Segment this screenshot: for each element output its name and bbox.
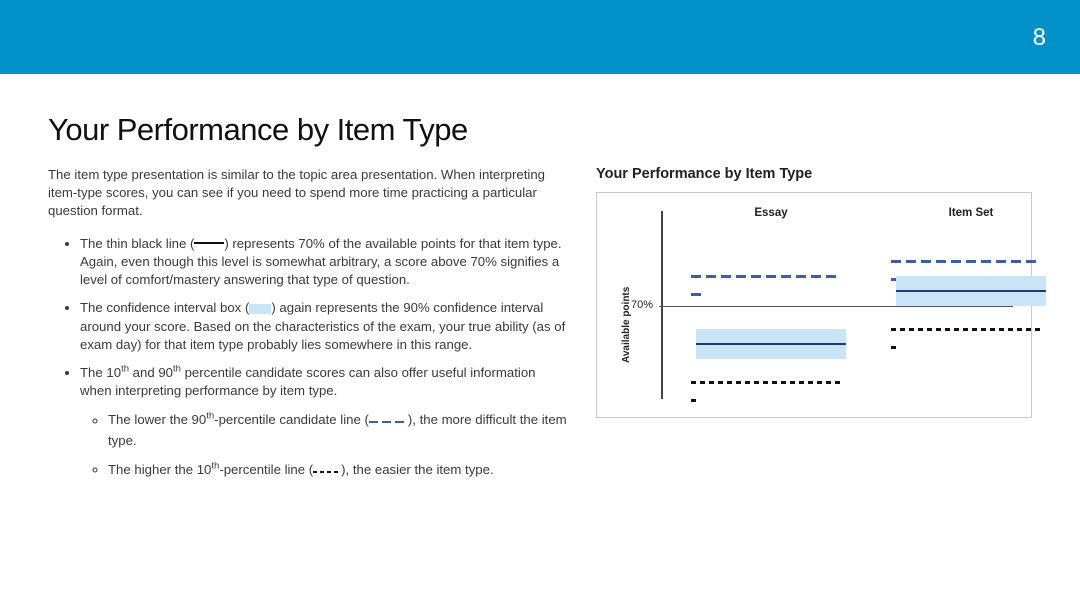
text-fragment: The thin black line ( bbox=[80, 236, 194, 251]
list-item: The higher the 10th-percentile line (), … bbox=[108, 460, 568, 481]
tick-70: 70% bbox=[631, 299, 653, 311]
superscript-th: th bbox=[206, 411, 214, 422]
chart-title: Your Performance by Item Type bbox=[596, 166, 1032, 182]
sub-bullet-list: The lower the 90th-percentile candidate … bbox=[80, 410, 568, 481]
dashed-blue-line-icon bbox=[369, 410, 408, 428]
chart-column: Your Performance by Item Type Available … bbox=[596, 112, 1032, 491]
content-area: Your Performance by Item Type The item t… bbox=[0, 74, 1080, 491]
solid-line-icon bbox=[194, 242, 224, 244]
chart-plot-area: Available points 70% Essay Item Set bbox=[661, 211, 1013, 399]
text-fragment: -percentile candidate line ( bbox=[214, 413, 369, 428]
text-column: Your Performance by Item Type The item t… bbox=[48, 112, 568, 491]
category-label-essay: Essay bbox=[691, 207, 851, 219]
list-item: The confidence interval box () again rep… bbox=[80, 299, 568, 354]
dotted-black-line-icon bbox=[313, 460, 341, 478]
baseline-70-line bbox=[659, 306, 1013, 307]
superscript-th: th bbox=[173, 364, 181, 375]
y-axis bbox=[661, 211, 663, 399]
list-item: The 10th and 90th percentile candidate s… bbox=[80, 364, 568, 481]
text-fragment: The confidence interval box ( bbox=[80, 300, 249, 315]
chart-frame: Available points 70% Essay Item Set bbox=[596, 192, 1032, 418]
confidence-box-icon bbox=[249, 304, 271, 314]
text-fragment: and 90 bbox=[129, 365, 173, 380]
itemset-score-line bbox=[896, 290, 1046, 292]
category-label-itemset: Item Set bbox=[891, 207, 1051, 219]
text-fragment: The higher the 10 bbox=[108, 462, 211, 477]
list-item: The thin black line () represents 70% of… bbox=[80, 235, 568, 290]
page-number: 8 bbox=[1033, 24, 1046, 52]
essay-score-line bbox=[696, 343, 846, 345]
list-item: The lower the 90th-percentile candidate … bbox=[108, 410, 568, 449]
text-fragment: The lower the 90 bbox=[108, 413, 206, 428]
top-banner: 8 bbox=[0, 0, 1080, 74]
intro-paragraph: The item type presentation is similar to… bbox=[48, 166, 568, 221]
text-fragment: ), the easier the item type. bbox=[341, 462, 493, 477]
text-fragment: The 10 bbox=[80, 365, 121, 380]
page-title: Your Performance by Item Type bbox=[48, 112, 568, 148]
superscript-th: th bbox=[121, 364, 129, 375]
text-fragment: -percentile line ( bbox=[219, 462, 313, 477]
bullet-list: The thin black line () represents 70% of… bbox=[48, 235, 568, 481]
